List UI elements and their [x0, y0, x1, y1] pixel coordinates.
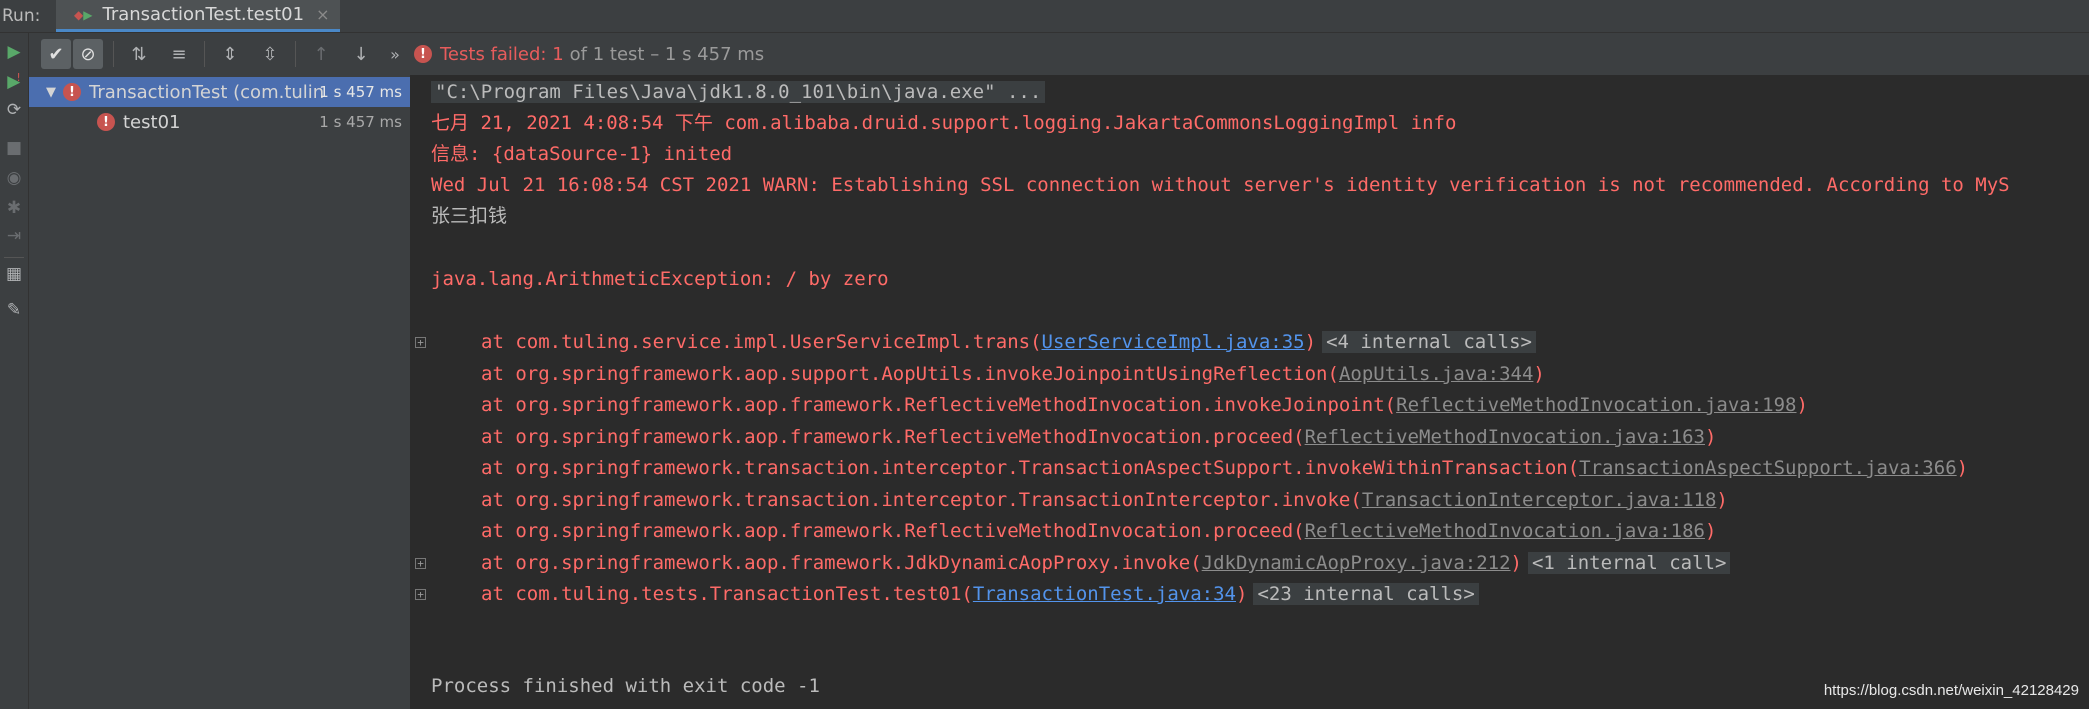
stack-frame: at com.tuling.service.impl.UserServiceIm…	[481, 327, 1536, 357]
frame-text: at com.tuling.service.impl.UserServiceIm…	[481, 331, 1042, 353]
left-toolbar-divider	[4, 257, 24, 258]
tests-summary-text: of 1 test – 1 s 457 ms	[569, 43, 765, 65]
show-ignored-icon[interactable]: ⊘	[73, 39, 103, 69]
frame-text: )	[1704, 426, 1717, 448]
stack-frame: at org.springframework.transaction.inter…	[481, 453, 1968, 483]
source-link[interactable]: TransactionAspectSupport.java:366	[1579, 457, 1957, 479]
stack-frame: at org.springframework.aop.framework.Ref…	[481, 422, 1716, 452]
sort-by-duration-icon[interactable]: ≡	[164, 39, 194, 69]
tree-node-root[interactable]: ▼ ! TransactionTest (com.tulin 1 s 457 m…	[29, 77, 410, 107]
frame-text: at org.springframework.aop.framework.Ref…	[481, 394, 1397, 416]
test-tree: ▼ ! TransactionTest (com.tulin 1 s 457 m…	[29, 75, 411, 709]
frame-text: at com.tuling.tests.TransactionTest.test…	[481, 583, 973, 605]
source-link[interactable]: JdkDynamicAopProxy.java:212	[1202, 552, 1511, 574]
source-link[interactable]: ReflectiveMethodInvocation.java:186	[1305, 520, 1705, 542]
expand-fold-icon[interactable]: +	[415, 558, 426, 569]
rerun-icon[interactable]: ▶	[4, 41, 24, 63]
collapse-all-icon[interactable]: ⇳	[255, 39, 285, 69]
run-tool-window: Run: ◆▶ TransactionTest.test01 × ▶ ▶! ⟳ …	[0, 0, 2089, 709]
stack-frame: at com.tuling.tests.TransactionTest.test…	[481, 579, 1479, 609]
expand-all-icon[interactable]: ⇕	[215, 39, 245, 69]
tree-node-label: test01	[123, 111, 181, 133]
console-line-command: "C:\Program Files\Java\jdk1.8.0_101\bin\…	[431, 77, 1046, 107]
expand-fold-icon[interactable]: +	[415, 589, 426, 600]
rerun-failed-icon[interactable]: ▶!	[4, 71, 24, 93]
run-tab-title: TransactionTest.test01	[102, 4, 305, 25]
frame-text: at org.springframework.aop.framework.Ref…	[481, 426, 1305, 448]
source-link[interactable]: TransactionInterceptor.java:118	[1362, 489, 1717, 511]
source-link[interactable]: TransactionTest.java:34	[973, 583, 1236, 605]
source-link[interactable]: UserServiceImpl.java:35	[1042, 331, 1305, 353]
console-line-output: 张三扣钱	[431, 205, 508, 227]
exception-message: java.lang.ArithmeticException: / by zero	[431, 268, 889, 290]
toolbar-divider	[204, 41, 205, 67]
frame-text: )	[1716, 489, 1728, 511]
test-status: ! Tests failed: 1 of 1 test – 1 s 457 ms	[414, 44, 764, 65]
run-header: Run: ◆▶ TransactionTest.test01 ×	[0, 0, 2089, 33]
camera-icon[interactable]: ◉	[4, 167, 24, 189]
frame-text: at org.springframework.transaction.inter…	[481, 457, 1580, 479]
stack-frame: at org.springframework.aop.framework.Ref…	[481, 516, 1716, 546]
console-output[interactable]: "C:\Program Files\Java\jdk1.8.0_101\bin\…	[411, 75, 2089, 709]
frame-text: at org.springframework.aop.framework.Ref…	[481, 520, 1305, 542]
tree-node-duration: 1 s 457 ms	[319, 83, 402, 101]
watermark: https://blog.csdn.net/weixin_42128429	[1823, 682, 2079, 699]
run-tab[interactable]: ◆▶ TransactionTest.test01 ×	[56, 0, 340, 32]
console-line-log: 七月 21, 2021 4:08:54 下午 com.alibaba.druid…	[431, 112, 1457, 134]
left-toolbar: ▶ ▶! ⟳ ■ ◉ ✱ ⇥ ▦ ✎	[0, 33, 29, 709]
close-icon[interactable]: ×	[316, 5, 329, 24]
layout-icon[interactable]: ▦	[4, 263, 24, 285]
frame-text: at org.springframework.aop.framework.Jdk…	[481, 552, 1202, 574]
stack-frame: at org.springframework.aop.framework.Jdk…	[481, 548, 1731, 578]
error-icon: !	[63, 83, 81, 101]
run-label: Run:	[2, 6, 41, 26]
source-link[interactable]: ReflectiveMethodInvocation.java:198	[1396, 394, 1796, 416]
tests-failed-text: Tests failed: 1	[440, 43, 564, 65]
error-icon: !	[414, 45, 432, 63]
sort-alphabetically-icon[interactable]: ⇅	[124, 39, 154, 69]
test-toolbar: ✔ ⊘ ⇅ ≡ ⇕ ⇳ ↑ ↓ » ! Tests failed: 1 of 1…	[29, 33, 2089, 75]
exit-icon[interactable]: ⇥	[4, 225, 24, 247]
stack-frame: at org.springframework.aop.framework.Ref…	[481, 390, 1808, 420]
toggle-auto-test-icon[interactable]: ⟳	[4, 99, 24, 121]
frame-text: )	[1704, 520, 1717, 542]
internal-calls-label[interactable]: <1 internal call>	[1527, 552, 1731, 574]
toolbar-divider	[113, 41, 114, 67]
frame-text: at org.springframework.aop.support.AopUt…	[481, 363, 1339, 385]
error-icon: !	[97, 113, 115, 131]
previous-failed-icon[interactable]: ↑	[306, 39, 336, 69]
internal-calls-label[interactable]: <4 internal calls>	[1322, 331, 1536, 353]
pin-icon[interactable]: ✎	[4, 299, 24, 321]
source-link[interactable]: AopUtils.java:344	[1339, 363, 1533, 385]
tree-node-label: TransactionTest (com.tulin	[89, 81, 325, 103]
show-passed-icon[interactable]: ✔	[41, 39, 71, 69]
stop-icon[interactable]: ■	[4, 137, 24, 159]
chevron-down-icon[interactable]: ▼	[39, 85, 63, 100]
stack-frame: at org.springframework.aop.support.AopUt…	[481, 359, 1545, 389]
frame-text: )	[1956, 457, 1969, 479]
next-failed-icon[interactable]: ↓	[346, 39, 376, 69]
tree-node-test01[interactable]: ! test01 1 s 457 ms	[29, 107, 410, 137]
toolbar-divider	[295, 41, 296, 67]
internal-calls-label[interactable]: <23 internal calls>	[1253, 583, 1479, 605]
console-line-warning: Wed Jul 21 16:08:54 CST 2021 WARN: Estab…	[431, 174, 2010, 196]
frame-text: )	[1533, 363, 1545, 385]
frame-text: )	[1510, 552, 1522, 574]
stack-frame: at org.springframework.transaction.inter…	[481, 485, 1728, 515]
debug-icon[interactable]: ✱	[4, 197, 24, 219]
frame-text: )	[1304, 331, 1317, 353]
test-config-icon: ◆▶	[74, 7, 93, 22]
frame-text: )	[1236, 583, 1248, 605]
expand-fold-icon[interactable]: +	[415, 337, 426, 348]
more-actions-icon[interactable]: »	[386, 39, 404, 69]
source-link[interactable]: ReflectiveMethodInvocation.java:163	[1305, 426, 1705, 448]
console-line-log: 信息: {dataSource-1} inited	[431, 143, 733, 165]
tree-node-duration: 1 s 457 ms	[319, 113, 402, 131]
frame-text: )	[1796, 394, 1808, 416]
command-text: "C:\Program Files\Java\jdk1.8.0_101\bin\…	[431, 81, 1046, 103]
frame-text: at org.springframework.transaction.inter…	[481, 489, 1362, 511]
process-exit-message: Process finished with exit code -1	[431, 675, 820, 697]
